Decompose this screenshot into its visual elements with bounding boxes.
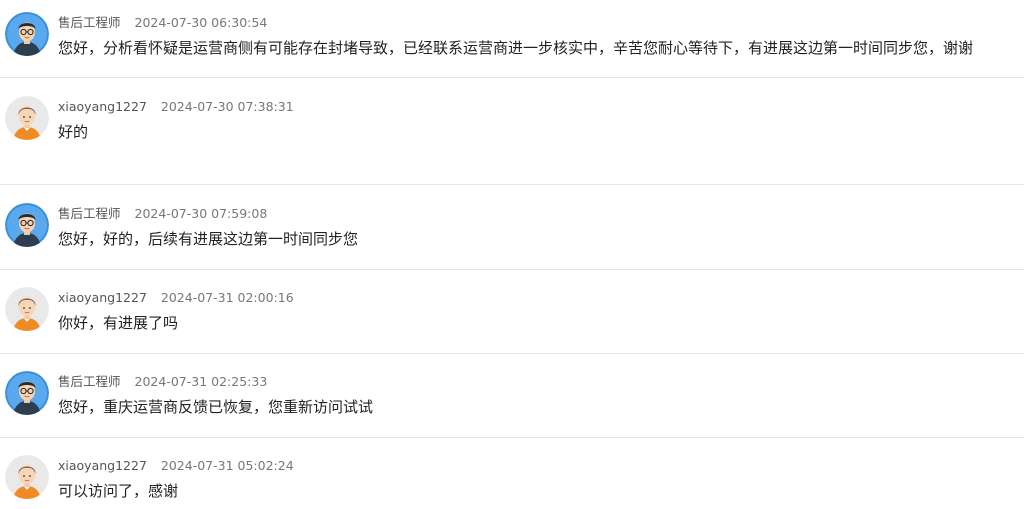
timestamp: 2024-07-31 05:02:24 [160, 458, 294, 473]
timestamp: 2024-07-30 07:59:08 [134, 206, 268, 221]
author-name: xiaoyang1227 [58, 99, 147, 114]
message-item: xiaoyang1227 2024-07-31 02:00:16 你好，有进展了吗 [0, 270, 1024, 354]
user-avatar [5, 287, 49, 331]
message-thread: 售后工程师 2024-07-30 06:30:54 您好，分析看怀疑是运营商侧有可… [0, 0, 1024, 509]
message-text: 您好，好的，后续有进展这边第一时间同步您 [58, 230, 359, 248]
timestamp: 2024-07-30 06:30:54 [134, 15, 268, 30]
message-item: 售后工程师 2024-07-30 06:30:54 您好，分析看怀疑是运营商侧有可… [0, 0, 1024, 78]
message-text: 你好，有进展了吗 [58, 314, 179, 332]
author-name: 售后工程师 [58, 15, 121, 30]
message-item: xiaoyang1227 2024-07-30 07:38:31 好的 [0, 78, 1024, 185]
author-name: 售后工程师 [58, 374, 121, 389]
message-item: 售后工程师 2024-07-31 02:25:33 您好，重庆运营商反馈已恢复，您… [0, 354, 1024, 438]
timestamp: 2024-07-31 02:25:33 [134, 374, 268, 389]
message-meta: xiaoyang1227 2024-07-31 05:02:24 [58, 458, 294, 474]
engineer-avatar [5, 371, 49, 415]
message-meta: 售后工程师 2024-07-30 06:30:54 [58, 15, 267, 31]
message-text: 您好，重庆运营商反馈已恢复，您重新访问试试 [58, 398, 374, 416]
message-text: 您好，分析看怀疑是运营商侧有可能存在封堵导致，已经联系运营商进一步核实中，辛苦您… [58, 39, 974, 57]
user-avatar [5, 96, 49, 140]
author-name: xiaoyang1227 [58, 290, 147, 305]
message-meta: 售后工程师 2024-07-31 02:25:33 [58, 374, 267, 390]
timestamp: 2024-07-30 07:38:31 [160, 99, 294, 114]
engineer-avatar [5, 203, 49, 247]
user-avatar [5, 455, 49, 499]
engineer-avatar [5, 12, 49, 56]
message-meta: 售后工程师 2024-07-30 07:59:08 [58, 206, 267, 222]
timestamp: 2024-07-31 02:00:16 [160, 290, 294, 305]
message-text: 可以访问了，感谢 [58, 482, 179, 500]
message-meta: xiaoyang1227 2024-07-30 07:38:31 [58, 99, 294, 115]
message-meta: xiaoyang1227 2024-07-31 02:00:16 [58, 290, 294, 306]
author-name: 售后工程师 [58, 206, 121, 221]
message-item: 售后工程师 2024-07-30 07:59:08 您好，好的，后续有进展这边第一… [0, 185, 1024, 270]
message-item: xiaoyang1227 2024-07-31 05:02:24 可以访问了，感谢 [0, 438, 1024, 509]
message-text: 好的 [58, 123, 89, 141]
author-name: xiaoyang1227 [58, 458, 147, 473]
